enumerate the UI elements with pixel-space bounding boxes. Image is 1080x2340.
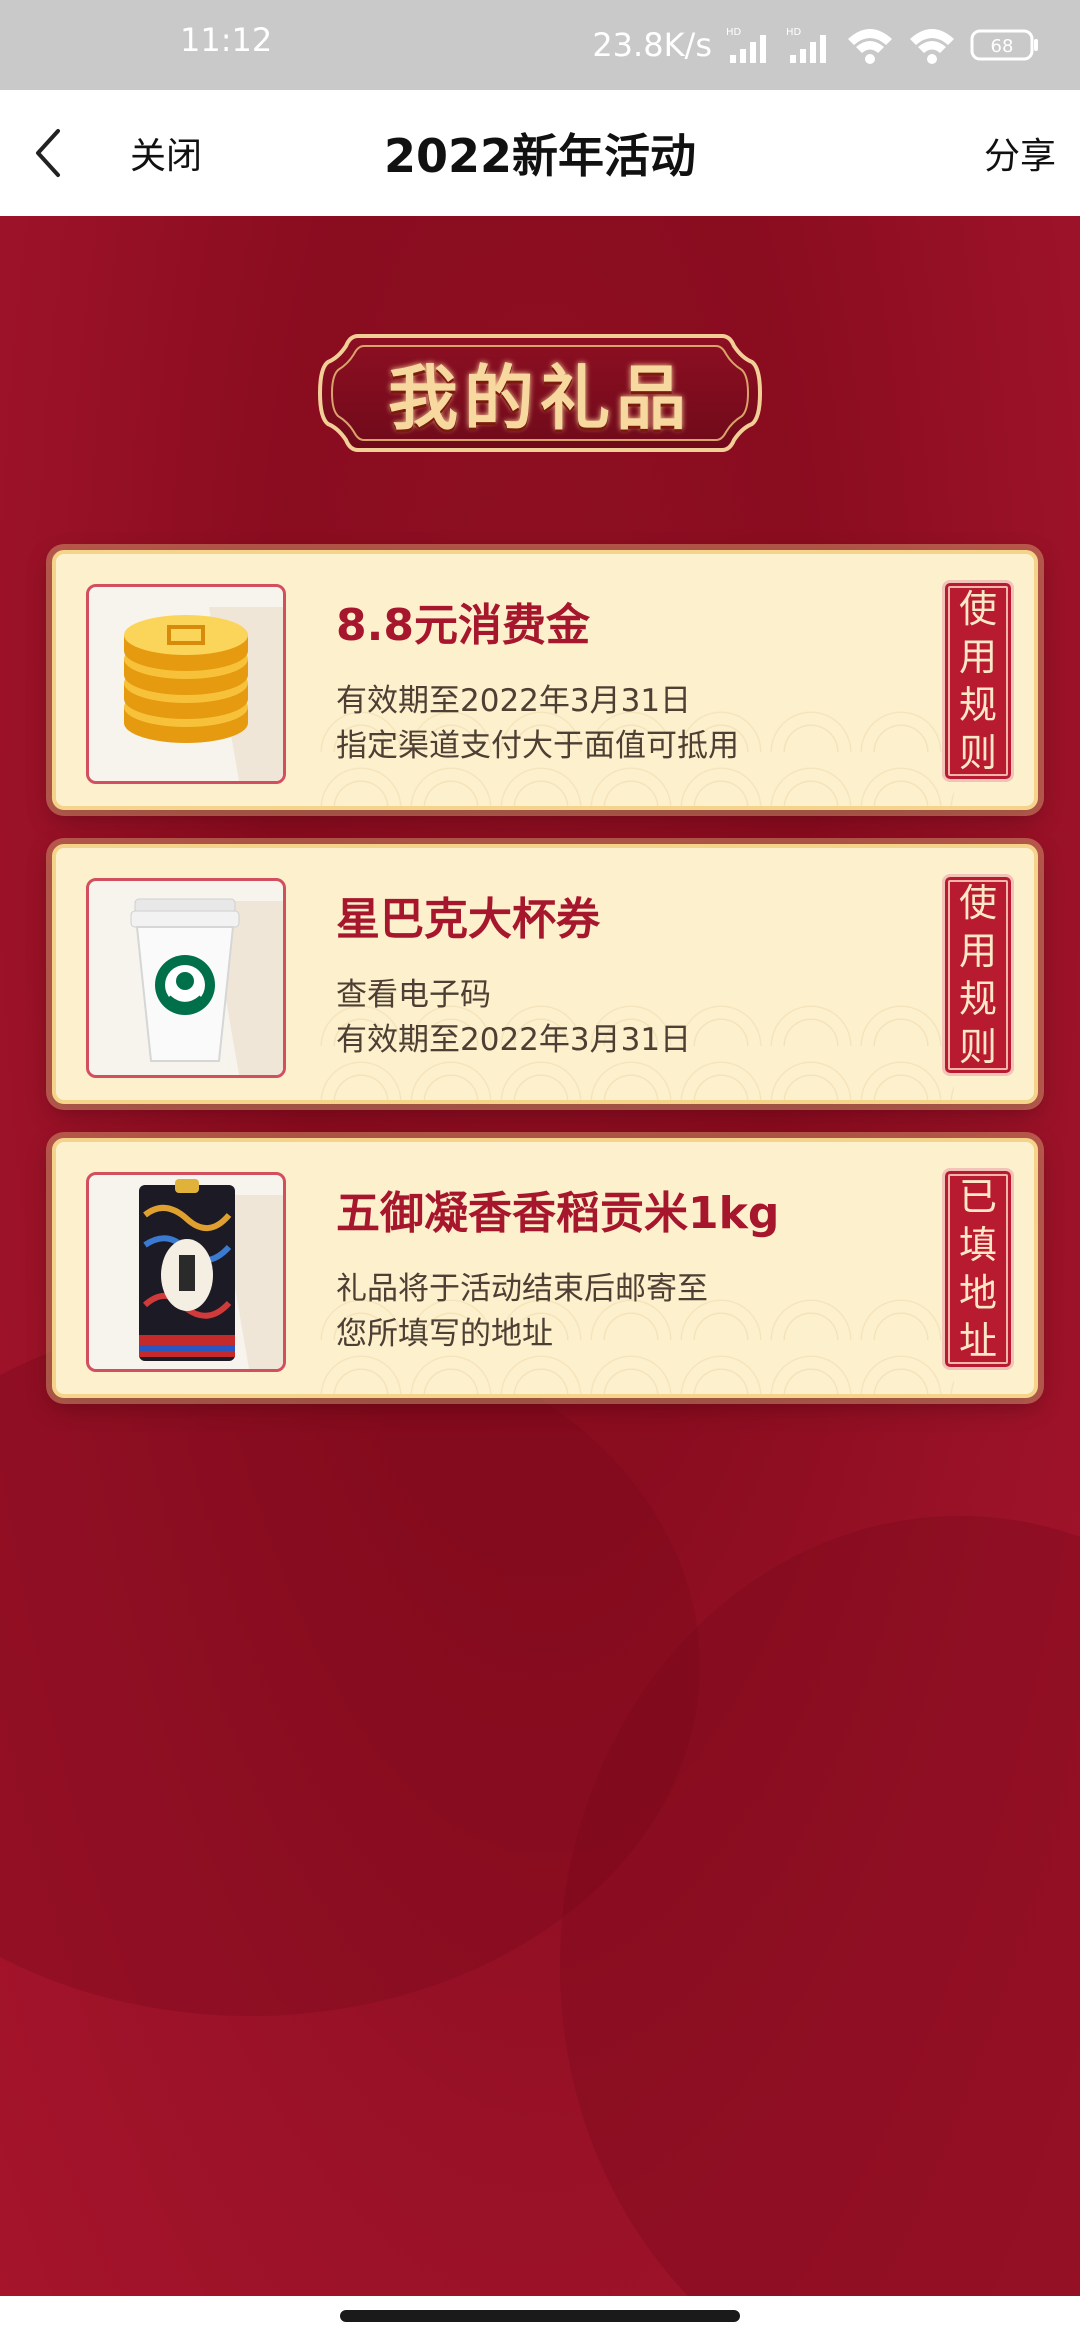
gift-title: 8.8元消费金 [336,600,590,651]
tag-char: 使 [958,587,997,631]
share-button[interactable]: 分享 [984,127,1056,179]
gift-shipping-note-2: 您所填写的地址 [336,1316,553,1352]
tag-char: 地 [958,1271,997,1315]
tag-char: 使 [958,881,997,925]
tag-char: 则 [958,1025,997,1069]
coffee-cup-icon [86,878,286,1078]
signal-hd-icon: HD [726,25,772,65]
tag-char: 用 [958,635,997,679]
status-time: 11:12 [180,21,273,59]
network-speed: 23.8K/s [592,26,712,64]
home-indicator[interactable] [340,2310,740,2322]
signal-hd-icon-2: HD [786,25,832,65]
gift-title: 五御凝香香稻贡米1kg [336,1188,780,1239]
svg-text:HD: HD [726,27,742,38]
tag-char: 已 [958,1175,997,1219]
tag-char: 址 [958,1319,997,1363]
gift-card-consumption-credit[interactable]: 8.8元消费金 有效期至2022年3月31日 指定渠道支付大于面值可抵用 使 用… [52,550,1038,810]
battery-icon: 68 [970,28,1040,62]
usage-rules-button[interactable]: 使 用 规 则 [942,580,1014,782]
gift-expiry: 有效期至2022年3月31日 [336,683,692,719]
wifi-icon [846,25,894,65]
gold-coins-icon [86,584,286,784]
tag-char: 则 [958,731,997,775]
tag-char: 用 [958,929,997,973]
gift-card-rice[interactable]: 五御凝香香稻贡米1kg 礼品将于活动结束后邮寄至 您所填写的地址 已 填 地 址 [52,1138,1038,1398]
address-filled-button[interactable]: 已 填 地 址 [942,1168,1014,1370]
tag-char: 规 [958,977,997,1021]
gift-shipping-note: 礼品将于活动结束后邮寄至 [336,1271,708,1307]
view-code-text: 查看电子码 [336,977,491,1013]
gift-expiry: 有效期至2022年3月31日 [336,1022,692,1058]
gift-title: 星巴克大杯券 [336,894,600,945]
page-title: 2022新年活动 [383,129,697,183]
banner-title: 我的礼品 [388,357,692,440]
battery-level: 68 [991,36,1014,57]
section-banner: 我的礼品 [318,328,762,458]
wifi-icon-2 [908,25,956,65]
tag-char: 规 [958,683,997,727]
status-bar: 11:12 23.8K/s HD HD 68 [0,0,1080,90]
status-icons: 23.8K/s HD HD 68 [592,22,1040,68]
usage-rules-button[interactable]: 使 用 规 则 [942,874,1014,1076]
gift-description: 指定渠道支付大于面值可抵用 [336,728,739,764]
svg-text:HD: HD [786,27,802,38]
title-bar: 关闭 2022新年活动 分享 [0,90,1080,216]
navigation-bar [0,2296,1080,2340]
gift-card-starbucks[interactable]: 星巴克大杯券 查看电子码 有效期至2022年3月31日 使 用 规 则 [52,844,1038,1104]
tag-char: 填 [958,1223,997,1267]
rice-bag-icon [86,1172,286,1372]
